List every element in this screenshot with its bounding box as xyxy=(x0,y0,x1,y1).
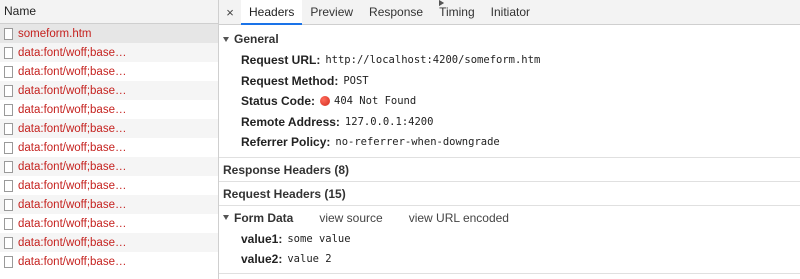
file-icon xyxy=(4,179,13,192)
divider xyxy=(219,156,800,158)
request-row[interactable]: data:font/woff;base… xyxy=(0,43,218,62)
request-details: × Headers Preview Response Timing Initia… xyxy=(219,0,800,279)
form-data-title[interactable]: Form Data xyxy=(234,211,293,225)
request-name: data:font/woff;base… xyxy=(18,141,127,154)
file-icon xyxy=(4,141,13,154)
form-data-section-header: Form Data view source view URL encoded xyxy=(219,207,800,229)
request-method-row: Request Method: POST xyxy=(219,71,800,92)
devtools-network-panel: Name someform.htm data:font/woff;base… dat… xyxy=(0,0,800,279)
request-name: data:font/woff;base… xyxy=(18,217,127,230)
remote-address-label: Remote Address: xyxy=(241,114,340,129)
request-name: data:font/woff;base… xyxy=(18,198,127,211)
file-icon xyxy=(4,103,13,116)
request-url-row: Request URL: http://localhost:4200/somef… xyxy=(219,50,800,71)
request-row[interactable]: data:font/woff;base… xyxy=(0,119,218,138)
request-name: data:font/woff;base… xyxy=(18,103,127,116)
request-row[interactable]: data:font/woff;base… xyxy=(0,214,218,233)
file-icon xyxy=(4,122,13,135)
status-error-icon xyxy=(320,96,331,107)
triangle-down-icon xyxy=(223,36,229,42)
request-row[interactable]: data:font/woff;base… xyxy=(0,252,218,271)
request-row[interactable]: data:font/woff;base… xyxy=(0,157,218,176)
file-icon xyxy=(4,27,13,40)
request-name: data:font/woff;base… xyxy=(18,84,127,97)
request-name: data:font/woff;base… xyxy=(18,46,127,59)
request-name: data:font/woff;base… xyxy=(18,179,127,192)
status-code-label: Status Code: xyxy=(241,94,316,109)
request-name: someform.htm xyxy=(18,27,92,40)
form-field-row: value2: value 2 xyxy=(219,249,800,270)
referrer-policy-value: no-referrer-when-downgrade xyxy=(335,136,500,149)
name-column-header[interactable]: Name xyxy=(0,0,218,24)
request-row[interactable]: data:font/woff;base… xyxy=(0,176,218,195)
remote-address-value: 127.0.0.1:4200 xyxy=(344,115,434,128)
general-section: General Request URL: http://localhost:42… xyxy=(219,25,800,153)
request-list: Name someform.htm data:font/woff;base… dat… xyxy=(0,0,219,279)
referrer-policy-label: Referrer Policy: xyxy=(241,135,331,150)
tab-preview[interactable]: Preview xyxy=(302,0,361,24)
response-headers-title: Response Headers (8) xyxy=(223,162,350,177)
request-headers-toggle[interactable]: Request Headers (15) xyxy=(219,0,800,205)
view-source-link[interactable]: view source xyxy=(319,211,382,225)
triangle-right-icon xyxy=(439,0,444,6)
form-field-value: value 2 xyxy=(287,253,332,266)
request-name: data:font/woff;base… xyxy=(18,160,127,173)
divider xyxy=(219,204,800,206)
status-code-value: 404 Not Found xyxy=(334,95,417,108)
request-name: data:font/woff;base… xyxy=(18,65,127,78)
request-row[interactable]: data:font/woff;base… xyxy=(0,233,218,252)
tab-initiator[interactable]: Initiator xyxy=(483,0,538,24)
request-row[interactable]: data:font/woff;base… xyxy=(0,138,218,157)
request-row[interactable]: data:font/woff;base… xyxy=(0,195,218,214)
request-name: data:font/woff;base… xyxy=(18,122,127,135)
request-method-label: Request Method: xyxy=(241,73,339,88)
request-method-value: POST xyxy=(343,74,369,87)
form-field-label: value1: xyxy=(241,231,283,246)
triangle-down-icon[interactable] xyxy=(223,215,229,220)
form-field-row: value1: some value xyxy=(219,229,800,250)
general-title: General xyxy=(234,32,279,46)
request-headers-title: Request Headers (15) xyxy=(223,186,346,201)
file-icon xyxy=(4,84,13,97)
form-field-value: some value xyxy=(287,232,351,245)
request-row[interactable]: data:font/woff;base… xyxy=(0,100,218,119)
form-field-label: value2: xyxy=(241,252,283,267)
request-row[interactable]: data:font/woff;base… xyxy=(0,81,218,100)
request-row[interactable]: someform.htm xyxy=(0,24,218,43)
request-name: data:font/woff;base… xyxy=(18,236,127,249)
referrer-policy-row: Referrer Policy: no-referrer-when-downgr… xyxy=(219,132,800,153)
remote-address-row: Remote Address: 127.0.0.1:4200 xyxy=(219,112,800,133)
file-icon xyxy=(4,46,13,59)
divider xyxy=(219,180,800,182)
tab-response[interactable]: Response xyxy=(361,0,431,24)
request-name: data:font/woff;base… xyxy=(18,255,127,268)
status-code-row: Status Code: 404 Not Found xyxy=(219,91,800,112)
request-url-value: http://localhost:4200/someform.htm xyxy=(325,54,541,67)
close-icon[interactable]: × xyxy=(219,0,241,24)
details-tabbar: × Headers Preview Response Timing Initia… xyxy=(219,0,800,25)
tab-headers[interactable]: Headers xyxy=(241,0,303,25)
view-url-encoded-link[interactable]: view URL encoded xyxy=(409,211,509,225)
divider xyxy=(219,272,800,274)
request-row[interactable]: data:font/woff;base… xyxy=(0,62,218,81)
file-icon xyxy=(4,236,13,249)
general-section-toggle[interactable]: General xyxy=(219,28,800,50)
request-url-label: Request URL: xyxy=(241,53,321,68)
response-headers-toggle[interactable]: Response Headers (8) xyxy=(219,0,800,181)
file-icon xyxy=(4,217,13,230)
file-icon xyxy=(4,65,13,78)
file-icon xyxy=(4,160,13,173)
file-icon xyxy=(4,255,13,268)
file-icon xyxy=(4,198,13,211)
